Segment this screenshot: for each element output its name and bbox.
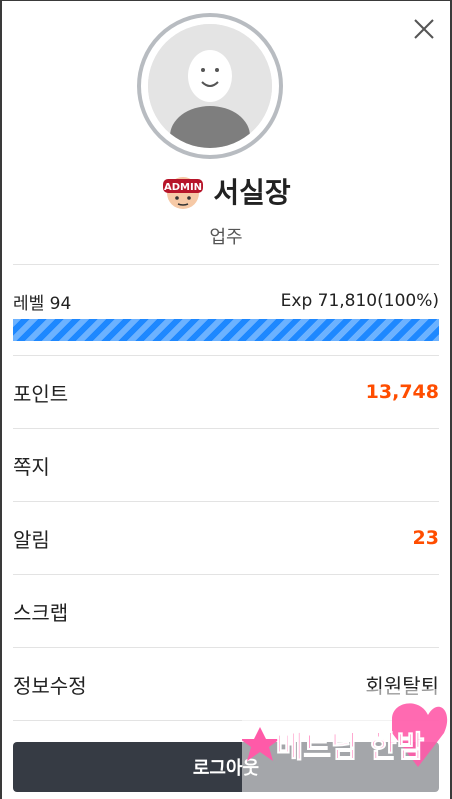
logout-button[interactable]: 로그아웃 (13, 742, 439, 792)
profile-name-row: ADMIN 서실장 (2, 169, 450, 213)
menu-item-messages[interactable]: 쪽지 (13, 429, 439, 501)
divider (13, 720, 439, 721)
menu-item-label: 쪽지 (13, 454, 50, 479)
menu-item-alerts[interactable]: 알림 23 (13, 502, 439, 574)
exp-text: Exp 71,810(100%) (280, 291, 439, 311)
divider (13, 264, 439, 265)
withdraw-link[interactable]: 회원탈퇴 (365, 670, 439, 699)
level-row: 레벨 94 Exp 71,810(100%) (13, 288, 439, 314)
menu-item-label: 포인트 (13, 381, 69, 406)
level-label: 레벨 94 (13, 293, 72, 314)
menu-item-label: 정보수정 (13, 673, 87, 698)
menu-item-points[interactable]: 포인트 13,748 (13, 356, 439, 428)
menu-item-label: 스크랩 (13, 600, 69, 625)
exp-progress-fill (13, 319, 439, 341)
user-role: 업주 (209, 227, 243, 248)
menu-item-label: 알림 (13, 527, 50, 552)
alerts-count: 23 (412, 527, 439, 549)
svg-text:ADMIN: ADMIN (164, 182, 202, 193)
nickname: 서실장 (213, 176, 291, 209)
menu-item-scrap[interactable]: 스크랩 (13, 575, 439, 647)
default-avatar-icon (148, 24, 272, 148)
close-icon[interactable] (412, 17, 436, 41)
exp-progress-bar (13, 319, 439, 341)
profile-panel: ADMIN 서실장 업주 레벨 94 Exp 71,810(100%) 포인트 … (2, 1, 450, 799)
admin-badge-icon: ADMIN (161, 167, 205, 215)
avatar (137, 13, 283, 159)
menu-item-edit-profile[interactable]: 정보수정 회원탈퇴 (13, 648, 439, 720)
points-value: 13,748 (365, 381, 439, 403)
